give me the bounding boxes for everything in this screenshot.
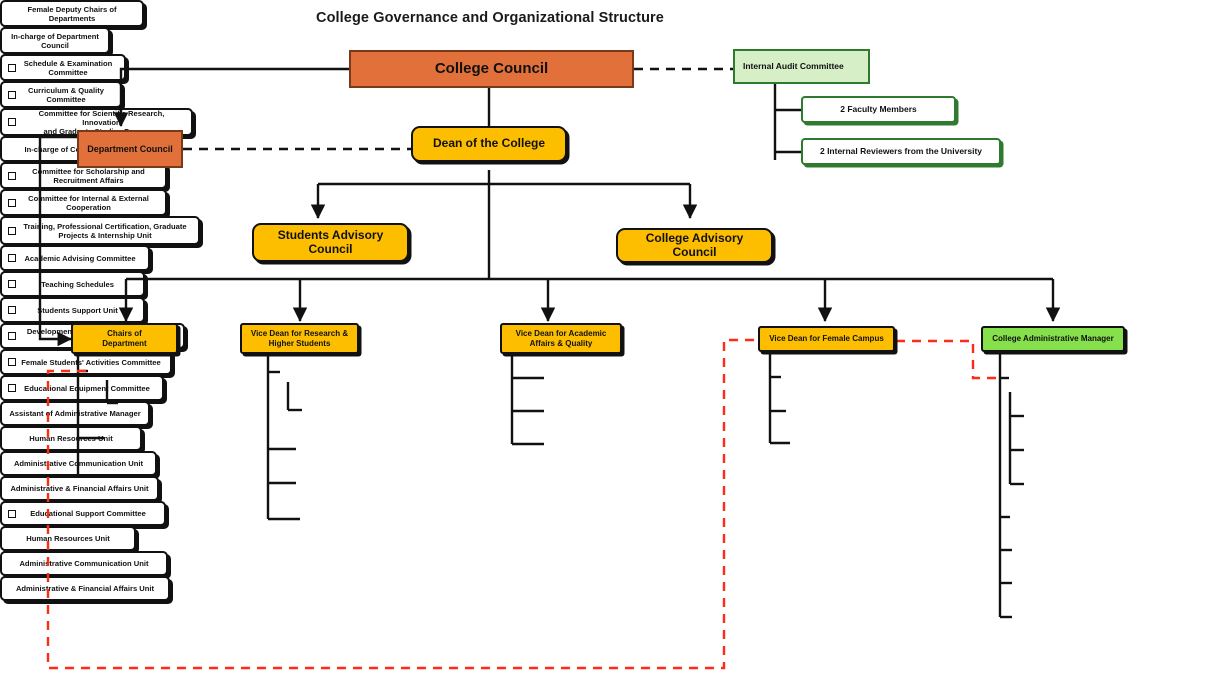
leaf-label-line1: Human Resources Unit (26, 534, 110, 543)
leaf-label-line1: Students Support Unit (37, 305, 118, 315)
node-students-advisory-council[interactable]: Students Advisory Council (252, 223, 409, 262)
leaf-educational-support-committee[interactable]: Educational Support Committee (0, 501, 166, 526)
leaf-label-line2: Committee (46, 94, 86, 104)
leaf-administrative-financial-affairs-unit-1[interactable]: Administrative & Financial Affairs Unit (0, 476, 159, 501)
leaf-label-line1: Committee for Internal & External (28, 193, 149, 203)
leaf-students-support-unit[interactable]: Students Support Unit (0, 297, 145, 323)
branch-header-vice-dean-female-campus[interactable]: Vice Dean for Female Campus (758, 326, 895, 352)
node-internal-audit-committee[interactable]: Internal Audit Committee (733, 49, 870, 84)
leaf-teaching-schedules[interactable]: Teaching Schedules (0, 271, 145, 297)
node-label-line2: Affairs & Quality (529, 338, 593, 348)
leaf-label-line2: Projects & Internship Unit (58, 230, 152, 240)
node-department-council[interactable]: Department Council (77, 130, 183, 168)
checkbox-icon (8, 509, 16, 518)
node-label-line1: Vice Dean for Academic (515, 329, 607, 339)
leaf-committee-internal-external-cooperation[interactable]: Committee for Internal & External Cooper… (0, 189, 167, 216)
leaf-schedule-examination-committee[interactable]: Schedule & Examination Committee (0, 54, 126, 81)
checkbox-icon (8, 63, 16, 72)
leaf-human-resources-unit-1[interactable]: Human Resources Unit (0, 426, 142, 451)
node-label: College Advisory Council (645, 230, 744, 259)
checkbox-icon (8, 118, 16, 126)
checkbox-icon (8, 306, 16, 314)
node-label: 2 Internal Reviewers from the University (819, 145, 983, 156)
org-chart: College Governance and Organizational St… (0, 0, 1209, 681)
branch-header-vice-dean-research[interactable]: Vice Dean for Research & Higher Students (240, 323, 359, 354)
audit-member-1[interactable]: 2 Internal Reviewers from the University (801, 138, 1001, 165)
leaf-incharge-department-council[interactable]: In-charge of Department Council (0, 27, 110, 54)
branch-header-vice-dean-academic[interactable]: Vice Dean for Academic Affairs & Quality (500, 323, 622, 354)
leaf-label-line2: Committee (48, 67, 88, 77)
node-label: Department Council (87, 143, 173, 154)
checkbox-icon (8, 384, 16, 392)
checkbox-icon (8, 198, 16, 207)
leaf-label-line1: Committee for Scientific Research, Innov… (38, 108, 165, 127)
leaf-label-line1: Female Students' Activities Committee (21, 357, 161, 367)
node-label-line2: Department (102, 338, 147, 348)
checkbox-icon (8, 280, 16, 288)
checkbox-icon (8, 332, 16, 340)
checkbox-icon (8, 254, 16, 262)
checkbox-icon (8, 358, 16, 366)
leaf-academic-advising-committee[interactable]: Academic Advising Committee (0, 245, 150, 271)
leaf-administrative-financial-affairs-unit-2[interactable]: Administrative & Financial Affairs Unit (0, 576, 170, 601)
leaf-label-line2: Council (41, 40, 69, 50)
leaf-label-line1: Academic Advising Committee (24, 253, 136, 263)
leaf-label-line1: Human Resources Unit (29, 434, 113, 443)
leaf-label-line1: Administrative & Financial Affairs Unit (15, 584, 155, 593)
branch-header-chairs-of-department[interactable]: Chairs of Department (71, 323, 178, 354)
leaf-administrative-communication-unit-2[interactable]: Administrative Communication Unit (0, 551, 168, 576)
node-label-line2: Higher Students (268, 338, 331, 348)
node-label-line1: Students Advisory (277, 227, 384, 242)
page-title: College Governance and Organizational St… (316, 10, 664, 26)
female-campus-dashed-link (46, 338, 998, 670)
node-label: 2 Faculty Members (840, 103, 917, 114)
branch-header-college-administrative-manager[interactable]: College Administrative Manager (981, 326, 1125, 352)
leaf-human-resources-unit-2[interactable]: Human Resources Unit (0, 526, 136, 551)
audit-member-0[interactable]: 2 Faculty Members (801, 96, 956, 123)
leaf-assistant-administrative-manager[interactable]: Assistant of Administrative Manager (0, 401, 150, 426)
checkbox-icon (8, 90, 16, 99)
leaf-training-professional-certification[interactable]: Training, Professional Certification, Gr… (0, 216, 200, 245)
checkbox-icon (8, 171, 16, 180)
node-label: Dean of the College (432, 136, 545, 151)
node-college-council[interactable]: College Council (349, 50, 634, 88)
leaf-label-line1: Training, Professional Certification, Gr… (23, 221, 187, 231)
checkbox-icon (8, 226, 16, 235)
node-college-advisory-council[interactable]: College Advisory Council (616, 228, 773, 263)
leaf-label-line1: Assistant of Administrative Manager (9, 409, 141, 418)
leaf-label-line1: Administrative Communication Unit (19, 559, 149, 568)
node-label-line1: College Administrative Manager (992, 334, 1114, 344)
leaf-label-line1: In-charge of Department (11, 31, 99, 41)
node-label-line2: Council (308, 241, 353, 256)
leaf-label-line2: Recruitment Affairs (53, 175, 124, 185)
leaf-curriculum-quality-committee[interactable]: Curriculum & Quality Committee (0, 81, 122, 108)
leaf-label-line1: Curriculum & Quality (28, 85, 104, 95)
leaf-label-line1: Educational Support Committee (30, 509, 146, 518)
node-label-line1: Chairs of (107, 329, 142, 339)
leaf-administrative-communication-unit-1[interactable]: Administrative Communication Unit (0, 451, 157, 476)
leaf-label-line1: Administrative & Financial Affairs Unit (10, 484, 149, 493)
leaf-educational-equipment-committee[interactable]: Educational Equipment Committee (0, 375, 164, 401)
leaf-label-line1: Educational Equipment Committee (24, 383, 150, 393)
leaf-label-line2: Cooperation (66, 202, 111, 212)
node-label: College Council (434, 60, 549, 78)
node-label-line1: Vice Dean for Research & (250, 329, 349, 339)
node-label: Internal Audit Committee (743, 60, 844, 71)
leaf-label-line1: Teaching Schedules (41, 279, 114, 289)
leaf-label-line1: Administrative Communication Unit (13, 459, 144, 468)
node-label-line1: Vice Dean for Female Campus (769, 334, 884, 344)
leaf-label-line1: Schedule & Examination (23, 58, 113, 68)
node-dean-of-the-college[interactable]: Dean of the College (411, 126, 567, 162)
